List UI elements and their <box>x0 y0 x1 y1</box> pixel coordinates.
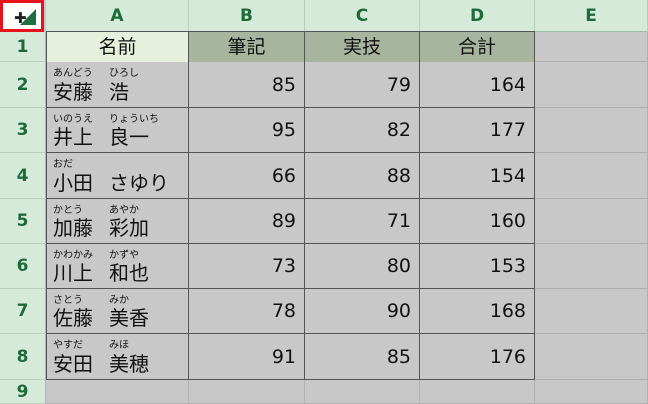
practical-score-cell[interactable]: 79 <box>305 62 420 108</box>
name-cell[interactable]: いのうえ りょういち 井上 良一 <box>46 108 189 153</box>
cell-e4[interactable] <box>535 153 648 199</box>
column-header-c[interactable]: C <box>305 0 420 32</box>
row-header-8[interactable]: 8 <box>0 334 46 380</box>
column-header-b[interactable]: B <box>189 0 305 32</box>
row-header-5[interactable]: 5 <box>0 199 46 244</box>
cell-e1[interactable] <box>535 32 648 62</box>
cell-e5[interactable] <box>535 199 648 244</box>
practical-score-cell[interactable]: 85 <box>305 334 420 380</box>
surname: 佐藤 <box>53 306 93 330</box>
given-name: 浩 <box>109 80 129 104</box>
practical-score-cell[interactable]: 71 <box>305 199 420 244</box>
given-name: さゆり <box>109 171 169 195</box>
practical-score-cell[interactable]: 88 <box>305 153 420 199</box>
total-score-cell[interactable]: 160 <box>420 199 535 244</box>
total-score-cell[interactable]: 153 <box>420 244 535 289</box>
row-header-4[interactable]: 4 <box>0 153 46 199</box>
row-header-7[interactable]: 7 <box>0 289 46 334</box>
written-score-cell[interactable]: 85 <box>189 62 305 108</box>
row-header-3[interactable]: 3 <box>0 108 46 153</box>
given-name: 美香 <box>109 306 149 330</box>
spreadsheet-grid: ✚ A B C D E 1 2 3 4 5 6 7 8 9 名前 筆記 実技 合… <box>0 0 648 404</box>
row-header-2[interactable]: 2 <box>0 62 46 108</box>
header-cell-name[interactable]: 名前 <box>46 31 189 63</box>
surname: 小田 <box>53 171 93 195</box>
practical-score-cell[interactable]: 90 <box>305 289 420 334</box>
name-cell[interactable]: おだ 小田 さゆり <box>46 153 189 199</box>
written-score-cell[interactable]: 78 <box>189 289 305 334</box>
column-header-a[interactable]: A <box>46 0 189 32</box>
surname: 安藤 <box>53 80 93 104</box>
row-header-1[interactable]: 1 <box>0 32 46 62</box>
cell-a9[interactable] <box>46 380 189 404</box>
surname: 安田 <box>53 352 93 376</box>
practical-score-cell[interactable]: 80 <box>305 244 420 289</box>
column-header-d[interactable]: D <box>420 0 535 32</box>
total-score-cell[interactable]: 154 <box>420 153 535 199</box>
surname: 井上 <box>53 125 93 149</box>
written-score-cell[interactable]: 95 <box>189 108 305 153</box>
cell-d9[interactable] <box>420 380 535 404</box>
cell-e2[interactable] <box>535 62 648 108</box>
name-cell[interactable]: かわかみ かずや 川上 和也 <box>46 244 189 289</box>
given-name: 彩加 <box>109 216 149 240</box>
cell-e8[interactable] <box>535 334 648 380</box>
total-score-cell[interactable]: 168 <box>420 289 535 334</box>
written-score-cell[interactable]: 89 <box>189 199 305 244</box>
header-cell-total[interactable]: 合計 <box>420 31 535 63</box>
cell-c9[interactable] <box>305 380 420 404</box>
surname: 川上 <box>53 261 93 285</box>
total-score-cell[interactable]: 176 <box>420 334 535 380</box>
header-cell-practical[interactable]: 実技 <box>305 31 420 63</box>
total-score-cell[interactable]: 164 <box>420 62 535 108</box>
written-score-cell[interactable]: 66 <box>189 153 305 199</box>
row-header-6[interactable]: 6 <box>0 244 46 289</box>
written-score-cell[interactable]: 73 <box>189 244 305 289</box>
surname: 加藤 <box>53 216 93 240</box>
given-name: 良一 <box>109 125 149 149</box>
column-header-e[interactable]: E <box>535 0 648 32</box>
cell-e7[interactable] <box>535 289 648 334</box>
name-cell[interactable]: さとう みか 佐藤 美香 <box>46 289 189 334</box>
cell-b9[interactable] <box>189 380 305 404</box>
practical-score-cell[interactable]: 82 <box>305 108 420 153</box>
header-cell-written[interactable]: 筆記 <box>189 31 305 63</box>
written-score-cell[interactable]: 91 <box>189 334 305 380</box>
cell-e3[interactable] <box>535 108 648 153</box>
name-cell[interactable]: やすだ みほ 安田 美穂 <box>46 334 189 380</box>
row-header-9[interactable]: 9 <box>0 380 46 404</box>
given-name: 美穂 <box>109 352 149 376</box>
select-all-button[interactable]: ✚ <box>0 0 44 32</box>
total-score-cell[interactable]: 177 <box>420 108 535 153</box>
name-cell[interactable]: かとう あやか 加藤 彩加 <box>46 199 189 244</box>
given-name: 和也 <box>109 261 149 285</box>
cell-e9[interactable] <box>535 380 648 404</box>
name-cell[interactable]: あんどう ひろし 安藤 浩 <box>46 62 189 108</box>
cell-e6[interactable] <box>535 244 648 289</box>
select-all-triangle-icon <box>20 9 36 25</box>
